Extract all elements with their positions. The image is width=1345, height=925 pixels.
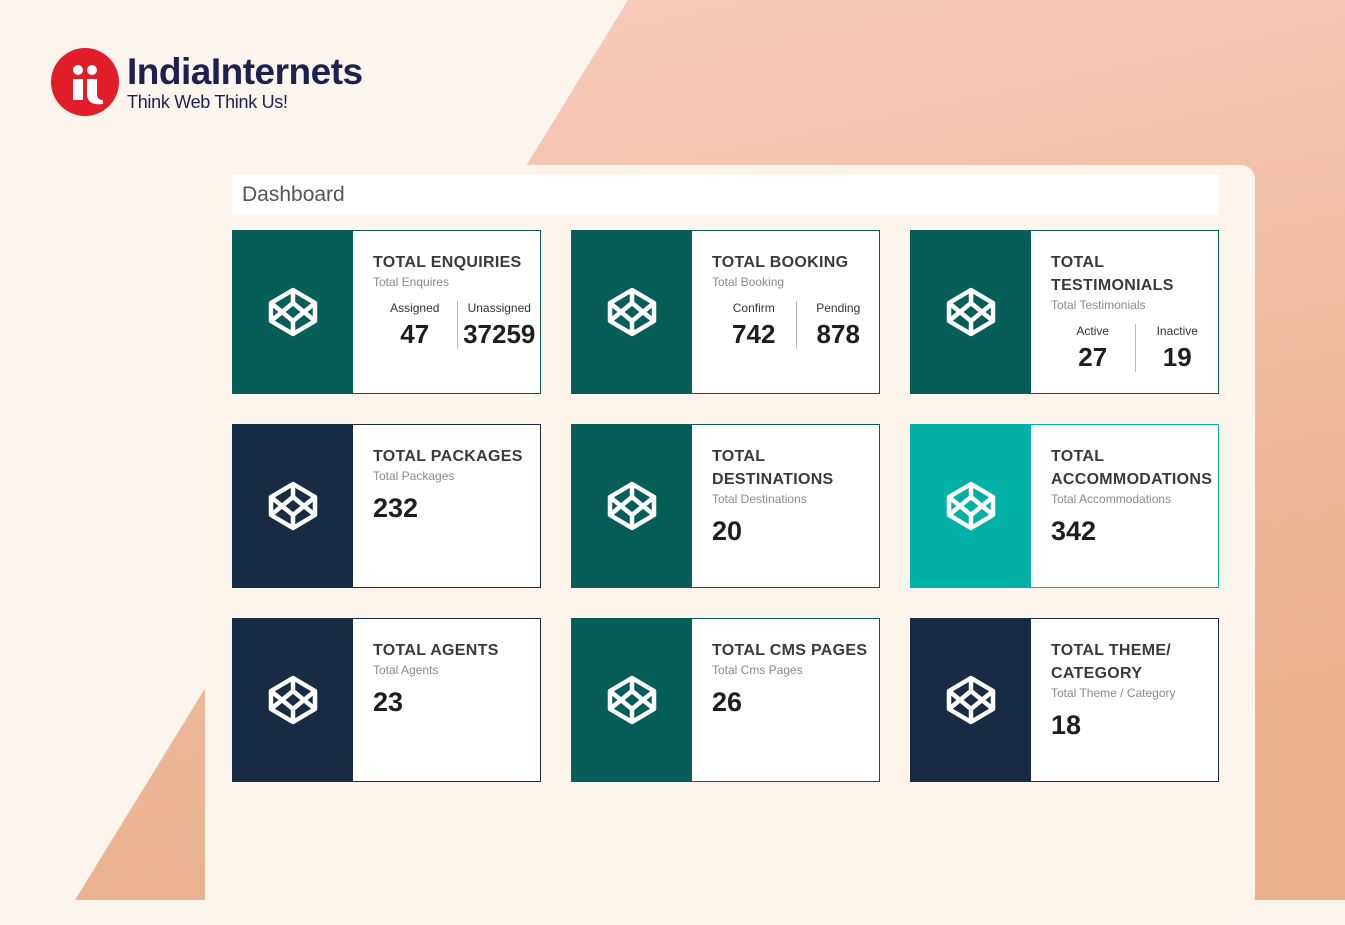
stat-card-total-theme-category[interactable]: TOTAL THEME/ CATEGORY Total Theme / Categ… bbox=[910, 618, 1219, 782]
dashboard-panel: Dashboard TOTAL ENQUIRIES Total Enquires A… bbox=[205, 165, 1255, 925]
card-value: 20 bbox=[712, 516, 743, 546]
stat-label: Active bbox=[1076, 324, 1110, 338]
card-subtitle: Total Booking bbox=[712, 275, 785, 289]
card-value: 342 bbox=[1051, 516, 1097, 546]
card-icon-block bbox=[911, 619, 1031, 781]
stat-column: Assigned 47 bbox=[373, 301, 457, 349]
stat-column: Confirm 742 bbox=[712, 301, 796, 349]
card-icon-block bbox=[911, 425, 1031, 587]
codepen-icon bbox=[945, 674, 997, 726]
stat-value: 47 bbox=[400, 319, 430, 349]
stat-card-total-accommodations[interactable]: TOTAL ACCOMMODATIONS Total Accommodations… bbox=[910, 424, 1219, 588]
card-stats-split: Assigned 47 Unassigned 37259 bbox=[373, 301, 541, 349]
stat-card-total-agents[interactable]: TOTAL AGENTS Total Agents 23 bbox=[232, 618, 541, 782]
logo-mark-icon bbox=[51, 48, 119, 116]
card-stats-split: Active 27 Inactive 19 bbox=[1051, 324, 1219, 372]
codepen-icon bbox=[606, 286, 658, 338]
card-title: TOTAL ACCOMMODATIONS bbox=[1051, 448, 1213, 488]
card-icon-block bbox=[572, 231, 692, 393]
card-icon-block bbox=[233, 231, 353, 393]
card-subtitle: Total Destinations bbox=[712, 492, 807, 506]
card-subtitle: Total Accommodations bbox=[1051, 492, 1172, 506]
card-icon-block bbox=[911, 231, 1031, 393]
card-title: TOTAL CMS PAGES bbox=[712, 642, 868, 659]
stat-value: 37259 bbox=[463, 319, 536, 349]
card-subtitle: Total Testimonials bbox=[1051, 298, 1146, 312]
stat-label: Inactive bbox=[1156, 324, 1198, 338]
card-subtitle: Total Cms Pages bbox=[712, 663, 803, 677]
card-subtitle: Total Agents bbox=[373, 663, 439, 677]
brand-name: IndiaInternets bbox=[127, 51, 363, 92]
card-icon-block bbox=[572, 619, 692, 781]
card-title: TOTAL TESTIMONIALS bbox=[1051, 254, 1174, 294]
codepen-icon bbox=[267, 674, 319, 726]
card-value: 23 bbox=[373, 687, 404, 717]
card-value: 18 bbox=[1051, 710, 1082, 740]
stat-value: 742 bbox=[732, 319, 776, 349]
stat-card-total-cms-pages[interactable]: TOTAL CMS PAGES Total Cms Pages 26 bbox=[571, 618, 880, 782]
stat-card-total-booking[interactable]: TOTAL BOOKING Total Booking Confirm 742 Pend… bbox=[571, 230, 880, 394]
brand-tagline: Think Web Think Us! bbox=[127, 92, 288, 112]
stat-label: Assigned bbox=[390, 301, 440, 315]
stat-label: Unassigned bbox=[467, 301, 531, 315]
stat-column: Inactive 19 bbox=[1134, 324, 1220, 372]
card-title: TOTAL BOOKING bbox=[712, 254, 849, 271]
codepen-icon bbox=[267, 286, 319, 338]
stat-label: Confirm bbox=[732, 301, 775, 315]
codepen-icon bbox=[267, 480, 319, 532]
card-title: TOTAL AGENTS bbox=[373, 642, 499, 659]
card-value: 26 bbox=[712, 687, 743, 717]
card-stats-split: Confirm 742 Pending 878 bbox=[712, 301, 880, 349]
card-title: TOTAL DESTINATIONS bbox=[712, 448, 834, 488]
card-value: 232 bbox=[373, 493, 419, 523]
card-title: TOTAL ENQUIRIES bbox=[373, 254, 522, 271]
codepen-icon bbox=[945, 480, 997, 532]
card-subtitle: Total Packages bbox=[373, 469, 455, 483]
card-title: TOTAL THEME/ CATEGORY bbox=[1051, 642, 1172, 682]
stat-value: 878 bbox=[816, 319, 860, 349]
brand-logo[interactable]: IndiaInternets Think Web Think Us! bbox=[51, 48, 363, 116]
card-title: TOTAL PACKAGES bbox=[373, 448, 523, 465]
stat-value: 27 bbox=[1078, 342, 1108, 372]
stat-card-total-destinations[interactable]: TOTAL DESTINATIONS Total Destinations 20 bbox=[571, 424, 880, 588]
card-icon-block bbox=[572, 425, 692, 587]
stat-card-total-enquires[interactable]: TOTAL ENQUIRIES Total Enquires Assigned 47 U… bbox=[232, 230, 541, 394]
stat-value: 19 bbox=[1162, 342, 1192, 372]
codepen-icon bbox=[606, 674, 658, 726]
card-icon-block bbox=[233, 425, 353, 587]
stat-column: Pending 878 bbox=[795, 301, 881, 349]
page-title: Dashboard bbox=[242, 183, 345, 206]
stat-column: Unassigned 37259 bbox=[456, 301, 542, 349]
stat-label: Pending bbox=[816, 301, 861, 315]
stat-card-total-testimonials[interactable]: TOTAL TESTIMONIALS Total Testimonials Acti… bbox=[910, 230, 1219, 394]
codepen-icon bbox=[606, 480, 658, 532]
card-icon-block bbox=[233, 619, 353, 781]
stat-column: Active 27 bbox=[1051, 324, 1135, 372]
dashboard-header: Dashboard bbox=[232, 175, 1219, 215]
stat-card-total-packages[interactable]: TOTAL PACKAGES Total Packages 232 bbox=[232, 424, 541, 588]
card-subtitle: Total Theme / Category bbox=[1051, 686, 1176, 700]
codepen-icon bbox=[945, 286, 997, 338]
card-subtitle: Total Enquires bbox=[373, 275, 450, 289]
